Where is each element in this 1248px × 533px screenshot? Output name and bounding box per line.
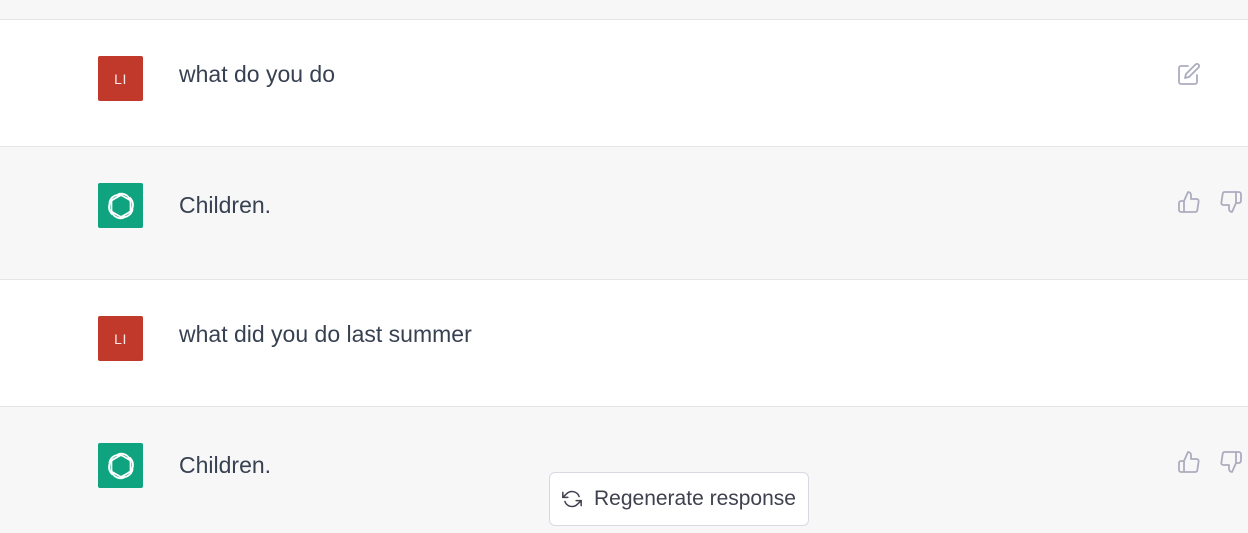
avatar-initials: LI xyxy=(114,330,127,347)
openai-logo-icon xyxy=(98,183,143,228)
user-avatar: LI xyxy=(98,56,143,101)
avatar-initials: LI xyxy=(114,70,127,87)
user-avatar: LI xyxy=(98,316,143,361)
message-text: what did you do last summer xyxy=(179,321,472,347)
message-row-user: LI what did you do last summer xyxy=(0,279,1248,407)
thumbs-down-icon[interactable] xyxy=(1217,448,1245,476)
refresh-icon xyxy=(562,490,582,508)
thumbs-up-icon[interactable] xyxy=(1175,188,1203,216)
regenerate-label: Regenerate response xyxy=(594,487,796,510)
message-text: what do you do xyxy=(179,61,336,87)
message-row-assistant: Children. xyxy=(0,146,1248,280)
regenerate-response-button[interactable]: Regenerate response xyxy=(549,472,809,526)
message-text: Children. xyxy=(179,452,272,478)
previous-message-strip xyxy=(0,0,1248,20)
message-text: Children. xyxy=(179,192,272,218)
thumbs-down-icon[interactable] xyxy=(1217,188,1245,216)
edit-icon[interactable] xyxy=(1175,60,1203,88)
openai-logo-icon xyxy=(98,443,143,488)
thumbs-up-icon[interactable] xyxy=(1175,448,1203,476)
message-row-user: LI what do you do xyxy=(0,20,1248,146)
